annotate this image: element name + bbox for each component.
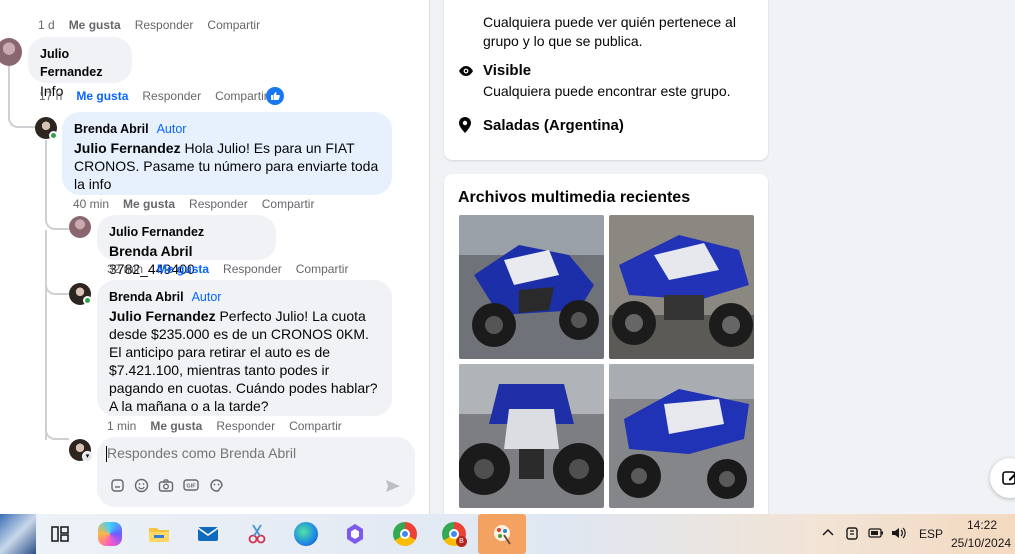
comment-time: 40 min	[73, 197, 110, 211]
new-message-button[interactable]	[990, 458, 1015, 498]
reply-input[interactable]	[107, 445, 387, 461]
location-link[interactable]: Saladas (Argentina)	[483, 116, 624, 135]
author-badge: Autor	[191, 290, 222, 304]
thread-line	[45, 270, 69, 295]
comment-time: 1 min	[107, 419, 137, 433]
windows-taskbar: B ESP 14:22 25/10/2024	[0, 514, 1015, 554]
reply-button[interactable]: Responder	[135, 18, 194, 32]
share-button[interactable]: Compartir	[262, 197, 315, 211]
media-photo-4[interactable]	[609, 364, 754, 508]
mail-icon[interactable]	[196, 522, 220, 546]
comment-bubble: Brenda Abril Autor Julio Fernandez Perfec…	[97, 280, 392, 416]
visible-description: Cualquiera puede encontrar este grupo.	[483, 83, 731, 99]
input-language[interactable]: ESP	[919, 527, 943, 541]
avatar-julio[interactable]	[0, 38, 22, 66]
gif-icon[interactable]: GIF	[183, 477, 199, 493]
like-button[interactable]: Me gusta	[123, 197, 175, 211]
task-view-icon[interactable]	[48, 522, 72, 546]
chrome-icon[interactable]: B	[442, 522, 467, 547]
visible-title: Visible	[483, 62, 532, 79]
edge-browser-icon[interactable]	[294, 522, 318, 546]
comment-time: 32 min	[107, 262, 144, 276]
comment-author[interactable]: Julio Fernandez	[109, 223, 264, 241]
clock-time[interactable]: 14:22	[967, 518, 997, 532]
copilot-icon[interactable]	[98, 522, 122, 546]
media-photo-3[interactable]	[459, 364, 604, 508]
paint-app-icon[interactable]	[490, 522, 514, 546]
thread-line	[45, 230, 47, 440]
clock-date[interactable]: 25/10/2024	[951, 536, 1011, 550]
comment-bubble: Julio Fernandez Info	[28, 37, 132, 99]
meet-now-icon[interactable]	[845, 525, 859, 544]
start-widget-icon[interactable]	[0, 514, 36, 554]
like-button[interactable]: Me gusta	[157, 262, 209, 276]
like-button[interactable]: Me gusta	[69, 18, 121, 32]
eye-icon	[458, 64, 474, 82]
share-button[interactable]: Compartir	[207, 18, 260, 32]
sticker-smile-icon[interactable]	[208, 477, 224, 493]
public-description: Cualquiera puede ver quién pertenece al …	[483, 14, 736, 49]
comment-author[interactable]: Brenda Abril Autor	[109, 288, 380, 306]
reply-button[interactable]: Responder	[142, 89, 201, 103]
share-button[interactable]: Compartir	[215, 89, 268, 103]
emoji-icon[interactable]	[133, 477, 149, 493]
comment-bubble-author: Brenda Abril Autor Julio Fernandez Hola J…	[62, 112, 392, 195]
online-status-dot	[49, 131, 58, 140]
comment-time: 1 d	[38, 18, 55, 32]
comment-actions-top: 1 d Me gusta Responder Compartir	[38, 18, 260, 32]
like-button[interactable]: Me gusta	[150, 419, 202, 433]
comment-author[interactable]: Julio Fernandez	[40, 45, 120, 81]
reply-composer[interactable]: GIF	[97, 437, 415, 507]
show-hidden-icons-chevron[interactable]	[822, 526, 834, 540]
comment-bubble: Julio Fernandez Brenda Abril 3782_449400	[97, 215, 276, 277]
comment-actions: 40 min Me gusta Responder Compartir	[73, 197, 314, 211]
comment-author[interactable]: Brenda Abril Autor	[74, 120, 380, 138]
media-photo-1[interactable]	[459, 215, 604, 359]
comment-actions: 17 h Me gusta Responder Compartir	[39, 89, 268, 103]
camera-icon[interactable]	[158, 477, 174, 493]
svg-text:GIF: GIF	[186, 484, 196, 490]
comment-text: Julio Fernandez Hola Julio! Es para un F…	[74, 140, 379, 192]
media-section-title: Archivos multimedia recientes	[458, 189, 691, 206]
media-photo-2[interactable]	[609, 215, 754, 359]
comments-panel: 1 d Me gusta Responder Compartir Julio F…	[0, 0, 430, 514]
location-pin-icon	[459, 117, 471, 138]
like-reaction-icon[interactable]	[266, 87, 284, 105]
battery-icon[interactable]	[868, 527, 884, 542]
group-about-card: Cualquiera puede ver quién pertenece al …	[444, 0, 768, 160]
share-button[interactable]: Compartir	[289, 419, 342, 433]
thread-line	[8, 66, 36, 128]
author-badge: Autor	[156, 122, 187, 136]
recent-media-card: Archivos multimedia recientes	[444, 174, 768, 524]
sticker-icon[interactable]	[109, 477, 125, 493]
share-button[interactable]: Compartir	[296, 262, 349, 276]
send-icon[interactable]	[385, 478, 401, 494]
chevron-down-icon[interactable]: ▾	[82, 451, 93, 462]
thread-line	[45, 420, 69, 440]
mention-link[interactable]: Julio Fernandez	[109, 308, 216, 324]
comment-time: 17 h	[39, 89, 63, 103]
comment-actions: 32 min Me gusta Responder Compartir	[107, 262, 348, 276]
file-explorer-icon[interactable]	[147, 522, 171, 546]
mention-link[interactable]: Brenda Abril	[109, 243, 193, 259]
like-button[interactable]: Me gusta	[76, 89, 128, 103]
snipping-tool-icon[interactable]	[245, 522, 269, 546]
panel-divider	[429, 0, 430, 514]
text-caret	[106, 446, 107, 462]
reply-button[interactable]: Responder	[216, 419, 275, 433]
comment-text: Julio Fernandez Perfecto Julio! La cuota…	[109, 308, 378, 414]
copilot-app-icon[interactable]	[343, 522, 367, 546]
reply-button[interactable]: Responder	[223, 262, 282, 276]
chrome-profile-icon[interactable]	[393, 522, 417, 546]
comment-actions: 1 min Me gusta Responder Compartir	[107, 419, 342, 433]
mention-link[interactable]: Julio Fernandez	[74, 140, 181, 156]
avatar-julio[interactable]	[69, 216, 91, 238]
reply-button[interactable]: Responder	[189, 197, 248, 211]
online-status-dot	[83, 296, 92, 305]
volume-icon[interactable]	[891, 526, 907, 543]
